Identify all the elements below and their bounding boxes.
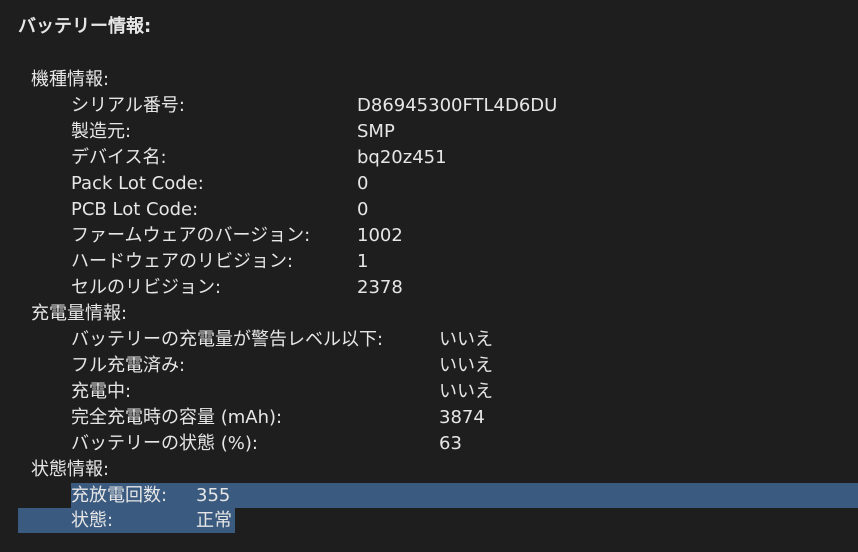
- info-row-cycle-count[interactable]: 充放電回数: 355: [0, 483, 858, 509]
- info-label: フル充電済み:: [71, 355, 186, 376]
- info-value: いいえ: [439, 329, 493, 350]
- info-row-charging: 充電中: いいえ: [0, 379, 858, 405]
- info-label: 製造元:: [71, 121, 132, 142]
- info-label: 充放電回数:: [71, 485, 168, 506]
- info-value: 1002: [357, 225, 403, 246]
- info-row-manufacturer: 製造元: SMP: [0, 119, 858, 145]
- info-label: シリアル番号:: [71, 95, 185, 116]
- info-value: 0: [357, 173, 369, 194]
- info-value: 63: [439, 433, 462, 454]
- info-label: ファームウェアのバージョン:: [71, 225, 311, 246]
- info-label: バッテリーの状態 (%):: [71, 433, 258, 454]
- info-row-cell-revision: セルのリビジョン: 2378: [0, 275, 858, 301]
- info-label: ハードウェアのリビジョン:: [71, 251, 294, 272]
- info-label: PCB Lot Code:: [71, 199, 199, 220]
- info-value: 1: [357, 251, 369, 272]
- info-row-pcb-lot-code: PCB Lot Code: 0: [0, 197, 858, 223]
- info-row-pack-lot-code: Pack Lot Code: 0: [0, 171, 858, 197]
- info-value: 0: [357, 199, 369, 220]
- info-label: 完全充電時の容量 (mAh):: [71, 407, 283, 428]
- info-row-device-name: デバイス名: bq20z451: [0, 145, 858, 171]
- info-value: いいえ: [439, 355, 493, 376]
- info-row-serial-number: シリアル番号: D86945300FTL4D6DU: [0, 93, 858, 119]
- info-row-charge-below-warning: バッテリーの充電量が警告レベル以下: いいえ: [0, 327, 858, 353]
- info-label: バッテリーの充電量が警告レベル以下:: [71, 329, 384, 350]
- info-label: セルのリビジョン:: [71, 277, 222, 298]
- battery-info-title: バッテリー情報:: [18, 16, 152, 37]
- info-row-full-charge-capacity: 完全充電時の容量 (mAh): 3874: [0, 405, 858, 431]
- info-label: Pack Lot Code:: [71, 173, 204, 194]
- info-value: 3874: [439, 407, 485, 428]
- info-value: 正常: [196, 510, 232, 531]
- info-row-fully-charged: フル充電済み: いいえ: [0, 353, 858, 379]
- info-row-hardware-revision: ハードウェアのリビジョン: 1: [0, 249, 858, 275]
- model-info-heading: 機種情報:: [31, 69, 110, 90]
- info-row-firmware-version: ファームウェアのバージョン: 1002: [0, 223, 858, 249]
- info-value: 2378: [357, 277, 403, 298]
- info-value: SMP: [357, 121, 395, 142]
- info-value: D86945300FTL4D6DU: [357, 95, 558, 116]
- info-label: 充電中:: [71, 381, 132, 402]
- info-row-condition[interactable]: 状態: 正常: [0, 508, 858, 534]
- info-label: 状態:: [71, 510, 114, 531]
- info-value: いいえ: [439, 381, 493, 402]
- health-info-heading: 状態情報:: [31, 459, 110, 480]
- charge-info-heading: 充電量情報:: [31, 303, 128, 324]
- info-value: 355: [196, 485, 231, 506]
- info-label: デバイス名:: [71, 147, 167, 168]
- info-row-battery-state-percent: バッテリーの状態 (%): 63: [0, 431, 858, 457]
- info-value: bq20z451: [357, 147, 447, 168]
